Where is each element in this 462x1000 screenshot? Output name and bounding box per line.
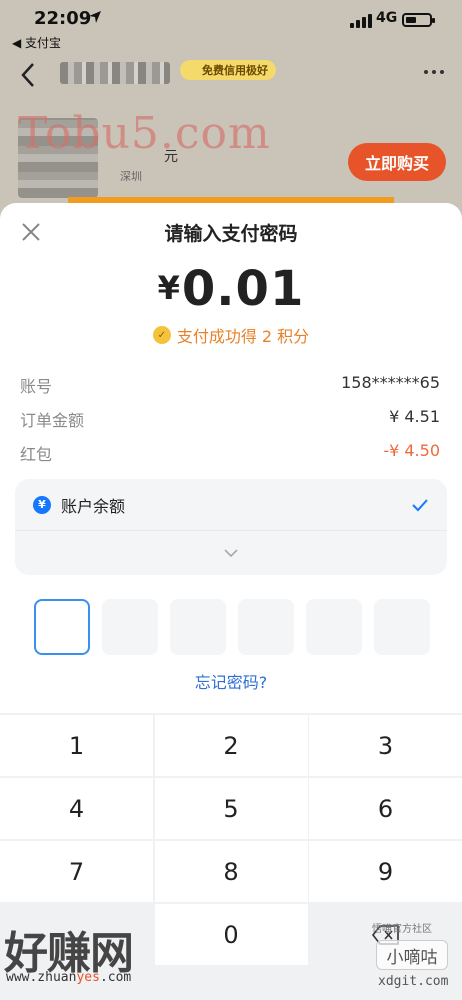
- payment-sheet: 请输入支付密码 ¥0.01 ✓ 支付成功得 2 积分 账号 158******6…: [0, 203, 462, 1000]
- coin-icon: ✓: [152, 326, 171, 344]
- pin-box[interactable]: [102, 599, 158, 655]
- payment-method-card: ¥ 账户余额: [15, 479, 447, 575]
- detail-value: ¥ 4.51: [389, 407, 440, 426]
- detail-label: 账号: [20, 377, 53, 396]
- key-5[interactable]: 5: [154, 778, 308, 839]
- key-0[interactable]: 0: [154, 904, 308, 965]
- detail-row-account: 账号 158******65: [20, 373, 440, 397]
- points-reward: ✓ 支付成功得 2 积分: [0, 323, 462, 347]
- payment-method-label: 账户余额: [61, 496, 126, 516]
- detail-label: 红包: [20, 445, 53, 464]
- seller-location: 深圳: [120, 170, 142, 183]
- network-type: 4G: [376, 10, 398, 26]
- key-7[interactable]: 7: [0, 841, 153, 902]
- key-9[interactable]: 9: [309, 841, 462, 902]
- payment-method-balance[interactable]: ¥ 账户余额: [15, 479, 447, 531]
- status-bar: 22:09 4G: [0, 0, 462, 36]
- corner-watermark-caption: 悟喵官方社区: [372, 924, 432, 935]
- detail-row-red-packet: 红包 -¥ 4.50: [20, 441, 440, 465]
- amount-value: 0.01: [181, 261, 305, 317]
- credit-badge: 免费信用极好: [180, 60, 276, 80]
- more-icon[interactable]: [424, 70, 444, 74]
- pin-box[interactable]: [34, 599, 90, 655]
- forgot-password-link[interactable]: 忘记密码?: [0, 669, 462, 693]
- pin-box[interactable]: [170, 599, 226, 655]
- detail-value: 158******65: [341, 373, 440, 392]
- back-arrow-icon[interactable]: [18, 60, 38, 90]
- status-time: 22:09: [34, 8, 92, 29]
- key-2[interactable]: 2: [154, 715, 308, 776]
- location-arrow-icon: [89, 11, 101, 23]
- amount-currency: ¥: [157, 269, 180, 307]
- detail-label: 订单金额: [20, 411, 85, 430]
- pin-box[interactable]: [306, 599, 362, 655]
- price-unit: 元: [164, 149, 178, 165]
- key-4[interactable]: 4: [0, 778, 153, 839]
- corner-watermark-brand: 小嘀咕: [376, 940, 448, 970]
- key-8[interactable]: 8: [154, 841, 308, 902]
- balance-icon: ¥: [33, 495, 51, 514]
- signal-icon: [350, 14, 372, 28]
- background-page: 22:09 4G ◀ 支付宝 免费信用极好 Tobu5.com 元 深圳 立即购…: [0, 0, 462, 230]
- blurred-title: [60, 62, 170, 84]
- expand-methods-button[interactable]: [15, 531, 447, 575]
- corner-watermark-url: xdgit.com: [378, 974, 449, 989]
- key-6[interactable]: 6: [309, 778, 462, 839]
- points-text: 支付成功得 2 积分: [176, 327, 310, 346]
- battery-icon: [402, 13, 435, 27]
- detail-value: -¥ 4.50: [383, 441, 440, 460]
- check-icon: [412, 498, 428, 511]
- url-part: www.zhuan: [6, 970, 77, 985]
- url-part: yes: [76, 970, 100, 985]
- payment-amount: ¥0.01: [0, 261, 462, 317]
- site-watermark-url: www.zhuanyes.com: [6, 970, 131, 985]
- key-1[interactable]: 1: [0, 715, 153, 776]
- url-part: .com: [99, 970, 132, 985]
- watermark-text: Tobu5.com: [18, 108, 271, 159]
- buy-now-button[interactable]: 立即购买: [348, 143, 446, 181]
- chevron-down-icon: [224, 549, 238, 558]
- detail-row-order-amount: 订单金额 ¥ 4.51: [20, 407, 440, 431]
- key-3[interactable]: 3: [309, 715, 462, 776]
- password-input[interactable]: [34, 599, 430, 655]
- pin-box[interactable]: [374, 599, 430, 655]
- sheet-title: 请输入支付密码: [164, 223, 298, 245]
- pin-box[interactable]: [238, 599, 294, 655]
- back-to-app-link[interactable]: ◀ 支付宝: [12, 34, 61, 51]
